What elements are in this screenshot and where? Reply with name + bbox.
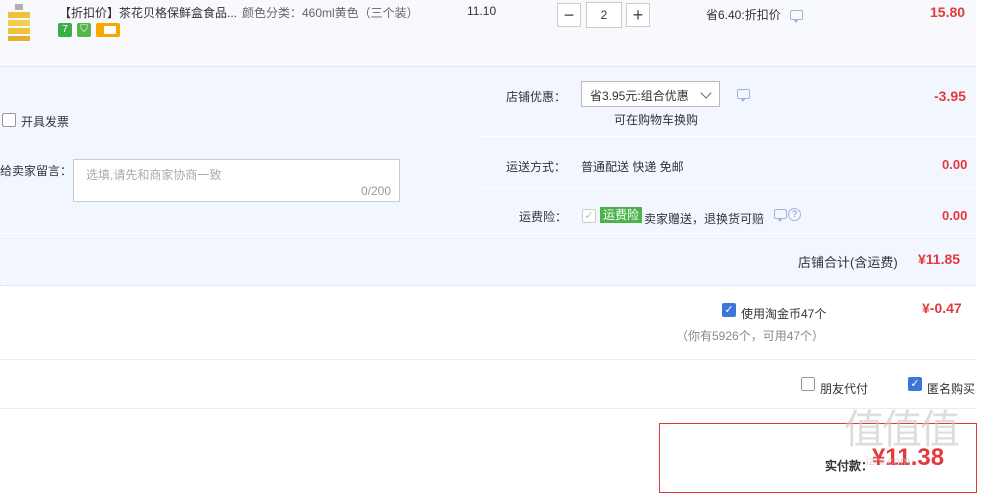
card-icon xyxy=(96,23,120,37)
message-placeholder: 选填,请先和商家协商一致 xyxy=(86,168,222,182)
anonymous-checkbox[interactable]: ✓ xyxy=(908,377,922,391)
shop-promo-selected: 省3.95元:组合优惠 xyxy=(590,89,689,103)
divider xyxy=(0,233,976,234)
site-watermark: 值值值 xyxy=(844,407,960,453)
friend-pay-label[interactable]: 朋友代付 xyxy=(820,380,868,397)
product-subtotal: 15.80 xyxy=(930,4,966,20)
insurance-checkbox: ✓ xyxy=(582,209,596,223)
product-variant: 颜色分类：460ml黄色（三个装） xyxy=(242,6,419,20)
help-icon[interactable]: ? xyxy=(788,208,801,221)
product-thumbnail[interactable] xyxy=(4,2,34,42)
coins-label[interactable]: 使用淘金币47个 xyxy=(741,305,826,322)
chevron-down-icon xyxy=(700,87,712,99)
chat-icon[interactable] xyxy=(737,89,750,102)
divider xyxy=(0,285,976,286)
divider xyxy=(0,359,976,360)
invoice-checkbox[interactable] xyxy=(2,113,16,127)
shipping-amount: 0.00 xyxy=(942,157,968,172)
insurance-badge: 运费险 xyxy=(600,207,643,223)
chat-icon[interactable] xyxy=(774,209,787,222)
divider xyxy=(480,136,976,137)
guarantee-icon: ⛉ xyxy=(77,23,91,37)
anonymous-label[interactable]: 匿名购买 xyxy=(927,380,975,397)
coins-amount: ¥-0.47 xyxy=(922,300,962,316)
divider xyxy=(0,408,976,409)
seven-day-icon: 7 xyxy=(58,23,72,37)
chat-icon[interactable] xyxy=(790,10,803,23)
quantity-increase-button[interactable]: + xyxy=(626,3,650,27)
product-title[interactable]: 【折扣价】茶花贝格保鲜盒食品... xyxy=(59,4,237,21)
shop-total-label: 店铺合计(含运费) xyxy=(798,255,898,270)
invoice-label[interactable]: 开具发票 xyxy=(21,113,69,130)
shop-promo-amount: -3.95 xyxy=(934,88,966,104)
insurance-amount: 0.00 xyxy=(942,208,968,223)
shop-total-amount: ¥11.85 xyxy=(918,251,961,267)
coins-checkbox[interactable]: ✓ xyxy=(722,303,736,317)
unit-price: 11.10 xyxy=(467,4,497,18)
message-textarea[interactable]: 选填,请先和商家协商一致 0/200 xyxy=(73,159,400,202)
insurance-label: 运费险： xyxy=(519,210,568,224)
divider xyxy=(0,66,976,67)
coins-note: （你有5926个，可用47个） xyxy=(676,329,825,343)
insurance-text: 卖家赠送，退换货可赔 xyxy=(644,212,765,226)
quantity-input[interactable]: 2 xyxy=(586,2,622,28)
message-counter: 0/200 xyxy=(360,184,391,198)
site-watermark-url: izhi.com xyxy=(866,454,911,468)
friend-pay-checkbox[interactable] xyxy=(801,377,815,391)
divider xyxy=(480,188,976,189)
shipping-label: 运送方式： xyxy=(506,160,567,174)
quantity-decrease-button[interactable]: − xyxy=(557,3,581,27)
shop-promo-note: 可在购物车换购 xyxy=(614,113,699,127)
message-label: 给卖家留言： xyxy=(0,164,73,178)
shop-promo-select[interactable]: 省3.95元:组合优惠 xyxy=(581,81,720,107)
discount-text: 省6.40:折扣价 xyxy=(706,8,781,22)
shop-promo-label: 店铺优惠： xyxy=(506,90,567,104)
shipping-value: 普通配送 快递 免邮 xyxy=(581,160,684,174)
